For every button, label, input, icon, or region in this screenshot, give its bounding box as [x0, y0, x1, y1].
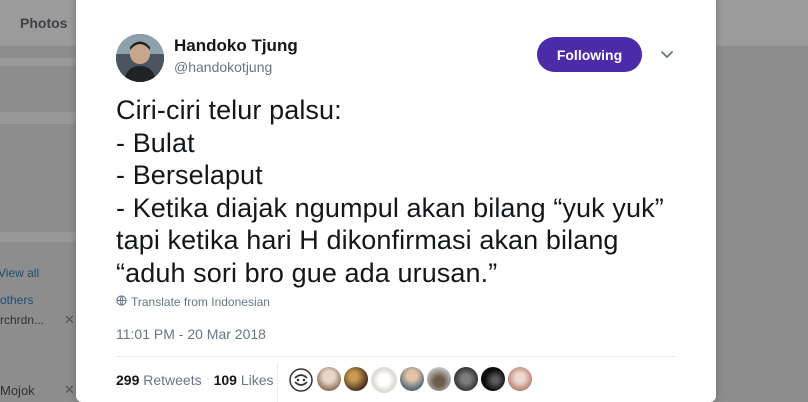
liker-avatar[interactable]	[344, 367, 368, 391]
translate-label: Translate from Indonesian	[131, 295, 270, 309]
liker-avatar[interactable]	[400, 367, 424, 391]
liker-avatar[interactable]	[371, 367, 397, 393]
globe-icon	[116, 295, 127, 309]
liker-avatars	[288, 367, 532, 393]
liker-avatar[interactable]	[508, 367, 532, 391]
tweet-text-line: tapi ketika hari H dikonfirmasi akan bil…	[116, 225, 619, 255]
retweets-count: 299	[116, 372, 140, 388]
liker-avatar[interactable]	[454, 367, 478, 391]
chevron-down-icon[interactable]	[659, 46, 675, 62]
likes-label: Likes	[240, 372, 274, 388]
tweet-text-line: - Ketika diajak ngumpul akan bilang “yuk…	[116, 192, 664, 223]
tab-photos[interactable]: Photos	[20, 15, 67, 31]
mojok-label: Mojok	[0, 383, 35, 398]
dismiss-icon[interactable]: ✕	[64, 382, 75, 398]
following-button[interactable]: Following	[537, 37, 642, 72]
tweet-stats: 299 Retweets 109 Likes	[116, 372, 274, 388]
stats-divider	[277, 362, 278, 402]
translate-link[interactable]: Translate from Indonesian	[116, 295, 270, 309]
liker-avatar[interactable]	[288, 367, 314, 393]
retweets-label: Retweets	[143, 372, 202, 388]
liker-avatar[interactable]	[427, 367, 451, 391]
avatar[interactable]	[116, 34, 164, 82]
liker-avatar[interactable]	[481, 367, 505, 391]
liker-avatar[interactable]	[317, 367, 341, 391]
view-all-link[interactable]: View all	[0, 266, 39, 280]
tweet-text: Ciri-ciri telur palsu: - Bulat - Bersela…	[116, 94, 696, 289]
display-name[interactable]: Handoko Tjung	[174, 36, 298, 56]
tweet-text-line: “aduh sori bro gue ada urusan.”	[116, 257, 498, 288]
background-panel-divider	[0, 232, 76, 242]
tweet-modal: Handoko Tjung @handokotjung Following Ci…	[76, 0, 716, 402]
dismiss-icon[interactable]: ✕	[64, 312, 75, 328]
tweet-text-line: Ciri-ciri telur palsu:	[116, 95, 342, 125]
truncated-handle: rchrdn...	[0, 313, 45, 327]
background-panel-divider	[0, 112, 76, 124]
tweet-text-line: - Bulat	[116, 127, 195, 158]
tweet-text-line: - Berselaput	[116, 160, 263, 190]
tweet-timestamp[interactable]: 11:01 PM - 20 Mar 2018	[116, 326, 266, 342]
user-handle[interactable]: @handokotjung	[174, 59, 272, 75]
retweets-stat[interactable]: 299 Retweets	[116, 372, 202, 388]
likes-stat[interactable]: 109 Likes	[214, 372, 274, 388]
divider	[116, 356, 676, 357]
background-panel-divider	[0, 58, 76, 66]
likes-count: 109	[213, 372, 237, 388]
others-link[interactable]: others	[0, 293, 33, 307]
